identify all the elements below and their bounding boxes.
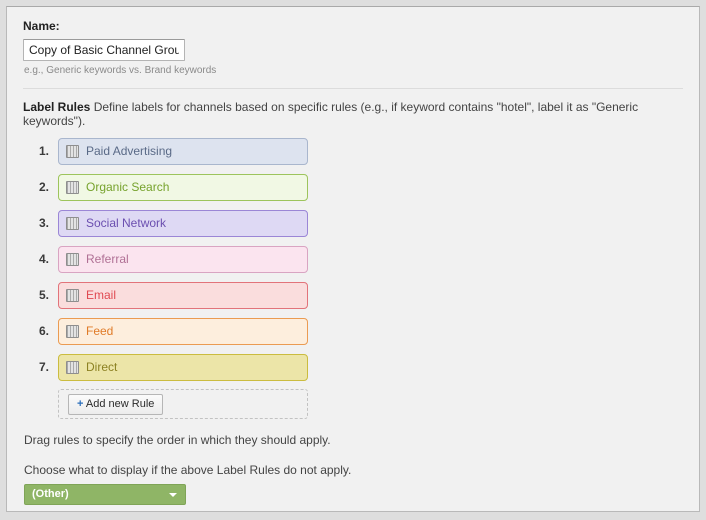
label-rules-description: Define labels for channels based on spec…: [23, 100, 638, 128]
drag-handle-icon[interactable]: [66, 145, 79, 158]
plus-icon: +: [77, 398, 83, 410]
rule-number: 3.: [23, 216, 58, 230]
add-new-rule-button[interactable]: + Add new Rule: [68, 394, 163, 415]
add-new-rule-label: Add new Rule: [86, 398, 155, 410]
rule-row[interactable]: 1. Paid Advertising: [23, 137, 683, 165]
divider-top: [23, 88, 683, 89]
rule-label: Direct: [86, 361, 117, 373]
rule-label: Organic Search: [86, 181, 169, 193]
rule-chip[interactable]: Direct: [58, 354, 308, 381]
name-label: Name:: [23, 19, 683, 33]
drag-handle-icon[interactable]: [66, 217, 79, 230]
rule-row[interactable]: 4. Referral: [23, 245, 683, 273]
rules-list: 1. Paid Advertising 2. Organic Search 3. Soci…: [23, 137, 683, 381]
rule-number: 1.: [23, 144, 58, 158]
drag-handle-icon[interactable]: [66, 325, 79, 338]
rule-label: Feed: [86, 325, 113, 337]
drag-handle-icon[interactable]: [66, 253, 79, 266]
rule-number: 7.: [23, 360, 58, 374]
rule-chip[interactable]: Paid Advertising: [58, 138, 308, 165]
fallback-select[interactable]: (Other): [24, 484, 186, 505]
label-rules-header: Label Rules Define labels for channels b…: [23, 100, 683, 128]
rule-row[interactable]: 7. Direct: [23, 353, 683, 381]
rule-number: 2.: [23, 180, 58, 194]
fallback-hint: Choose what to display if the above Labe…: [24, 463, 683, 477]
drag-handle-icon[interactable]: [66, 361, 79, 374]
rule-chip[interactable]: Social Network: [58, 210, 308, 237]
rule-number: 4.: [23, 252, 58, 266]
rule-row[interactable]: 2. Organic Search: [23, 173, 683, 201]
fallback-select-wrapper[interactable]: (Other): [24, 484, 186, 505]
rule-label: Email: [86, 289, 116, 301]
rule-number: 5.: [23, 288, 58, 302]
rule-chip[interactable]: Referral: [58, 246, 308, 273]
name-input[interactable]: [23, 39, 185, 61]
rule-label: Paid Advertising: [86, 145, 172, 157]
rule-label: Referral: [86, 253, 129, 265]
drag-handle-icon[interactable]: [66, 181, 79, 194]
drag-order-hint: Drag rules to specify the order in which…: [24, 433, 683, 447]
rule-row[interactable]: 6. Feed: [23, 317, 683, 345]
label-rules-title: Label Rules: [23, 100, 90, 114]
rule-chip[interactable]: Feed: [58, 318, 308, 345]
name-hint: e.g., Generic keywords vs. Brand keyword…: [24, 65, 683, 76]
rule-row[interactable]: 3. Social Network: [23, 209, 683, 237]
rule-chip[interactable]: Email: [58, 282, 308, 309]
add-rule-dropzone[interactable]: + Add new Rule: [58, 389, 308, 419]
drag-handle-icon[interactable]: [66, 289, 79, 302]
channel-grouping-panel: Name: e.g., Generic keywords vs. Brand k…: [6, 6, 700, 512]
rule-number: 6.: [23, 324, 58, 338]
rule-chip[interactable]: Organic Search: [58, 174, 308, 201]
rule-label: Social Network: [86, 217, 166, 229]
rule-row[interactable]: 5. Email: [23, 281, 683, 309]
